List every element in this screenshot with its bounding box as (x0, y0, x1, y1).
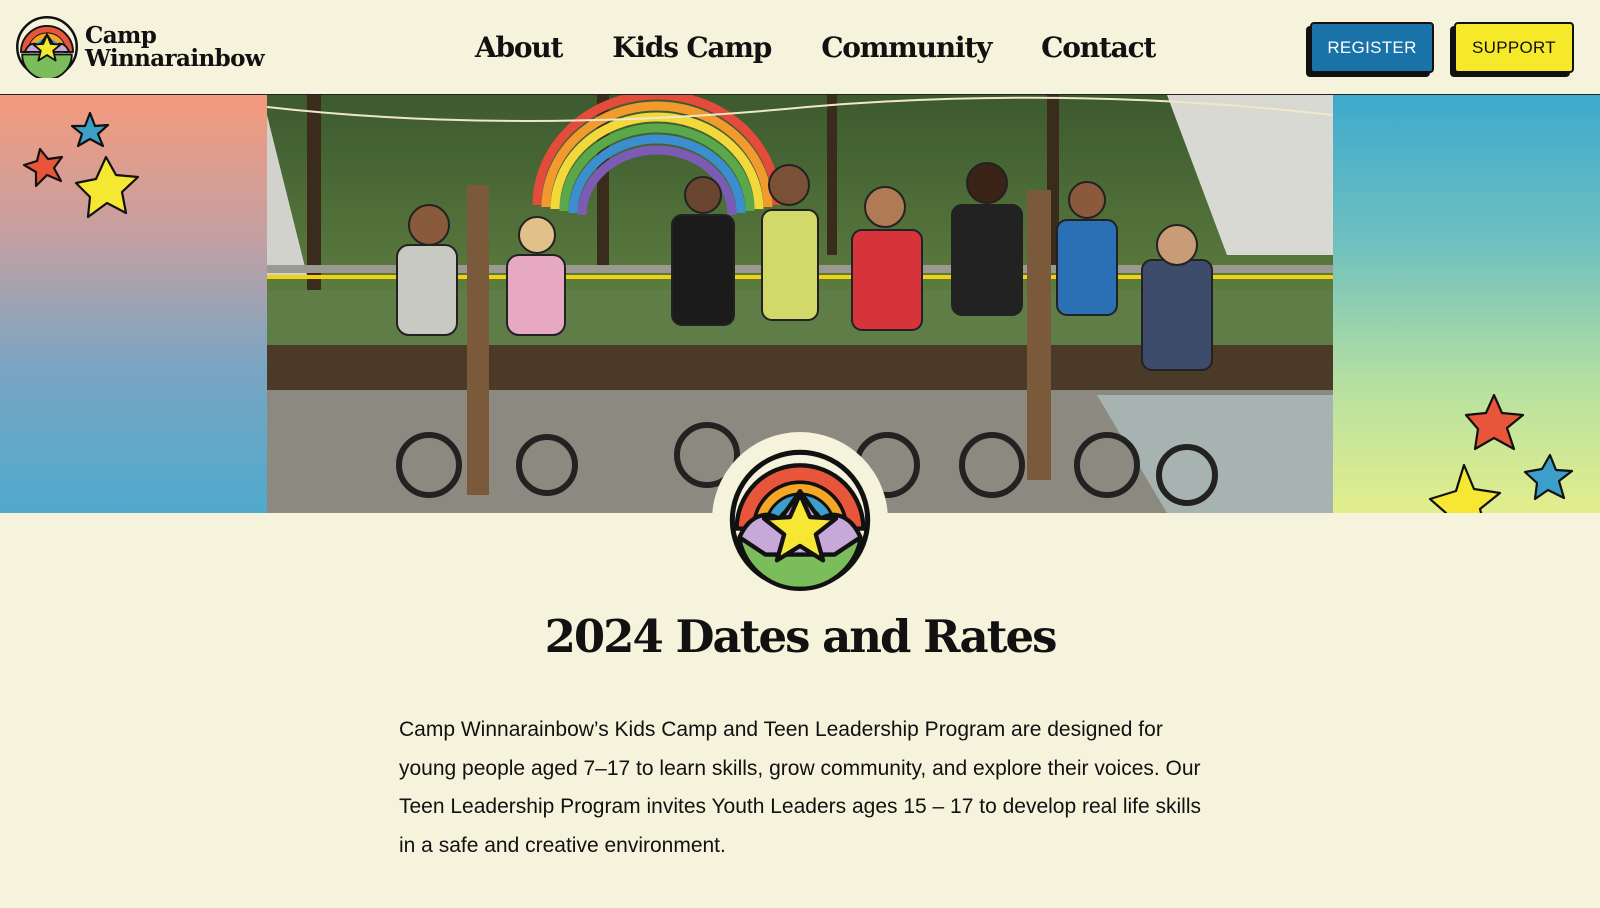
nav-contact[interactable]: Contact (1041, 28, 1156, 68)
main-nav: About Kids Camp Community Contact (475, 28, 1205, 68)
site-header: Camp Winnarainbow About Kids Camp Commun… (0, 0, 1600, 95)
yellow-star-icon (1428, 463, 1502, 513)
decorative-stars-right (1428, 393, 1580, 513)
decorative-stars-left (22, 111, 144, 223)
brand-line-1: Camp (85, 22, 157, 49)
red-star-icon (1464, 393, 1525, 451)
nav-community[interactable]: Community (821, 28, 992, 68)
blue-star-icon (1523, 453, 1574, 501)
intro-paragraph: Camp Winnarainbow’s Kids Camp and Teen L… (399, 718, 1202, 857)
nav-kids-camp[interactable]: Kids Camp (612, 28, 772, 68)
yellow-star-icon (74, 155, 140, 219)
camp-badge (712, 432, 888, 608)
red-star-icon (22, 147, 64, 188)
blue-star-icon (70, 111, 110, 148)
brand-line-2: Winnarainbow (85, 45, 265, 72)
brand-name: Camp Winnarainbow (85, 22, 265, 72)
register-button[interactable]: REGISTER (1310, 22, 1434, 73)
rainbow-star-badge-icon (729, 449, 871, 591)
nav-about[interactable]: About (475, 28, 563, 68)
support-button[interactable]: SUPPORT (1454, 22, 1574, 73)
page-title: 2024 Dates and Rates (544, 610, 1058, 663)
home-logo-link[interactable]: Camp Winnarainbow (16, 16, 276, 78)
rainbow-star-logo-icon (16, 16, 78, 78)
